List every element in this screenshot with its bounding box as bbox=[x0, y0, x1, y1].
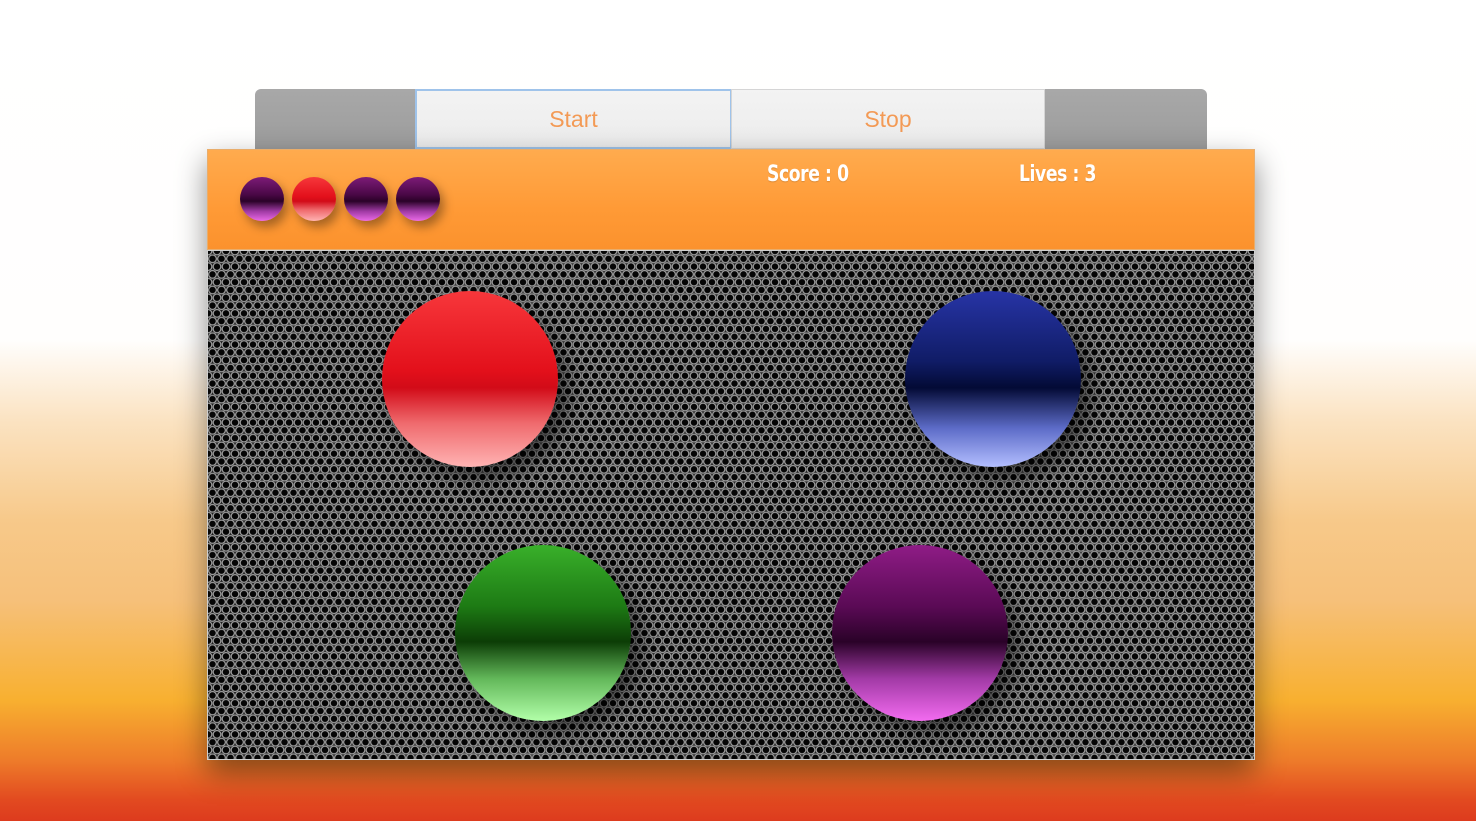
sequence-orb-red bbox=[292, 177, 336, 221]
sequence-orb-purple bbox=[240, 177, 284, 221]
red-orb-button[interactable] bbox=[382, 291, 558, 467]
blue-orb-button[interactable] bbox=[905, 291, 1081, 467]
game-header: Score : 0 Lives : 3 bbox=[207, 149, 1255, 250]
purple-orb-button[interactable] bbox=[832, 545, 1008, 721]
start-button[interactable]: Start bbox=[415, 89, 732, 149]
sequence-orb-purple bbox=[344, 177, 388, 221]
color-sequence bbox=[240, 177, 440, 221]
lives-display: Lives : 3 bbox=[1019, 162, 1097, 187]
game-board bbox=[207, 250, 1255, 760]
score-display: Score : 0 bbox=[767, 162, 849, 187]
sequence-orb-purple bbox=[396, 177, 440, 221]
stop-button[interactable]: Stop bbox=[731, 89, 1045, 149]
game-window: Score : 0 Lives : 3 bbox=[207, 149, 1255, 760]
control-bar: Start Stop bbox=[255, 89, 1207, 149]
green-orb-button[interactable] bbox=[455, 545, 631, 721]
